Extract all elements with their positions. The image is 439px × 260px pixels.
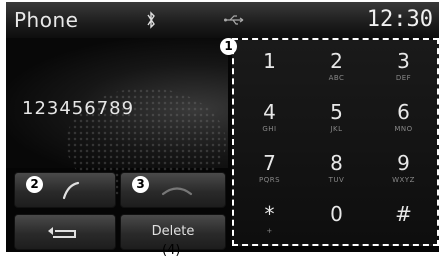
callout-4: (4)	[162, 243, 181, 258]
key-digit: 7	[263, 151, 276, 175]
key-letters: ABC	[328, 74, 345, 82]
key-0[interactable]: 0	[303, 195, 370, 246]
key-3[interactable]: 3 DEF	[370, 42, 437, 93]
number-display: 123456789	[6, 38, 228, 198]
back-button[interactable]	[14, 214, 116, 250]
key-letters: GHI	[262, 125, 277, 133]
key-digit: 1	[263, 49, 276, 73]
key-letters: WXYZ	[392, 176, 415, 184]
bluetooth-icon	[147, 11, 155, 29]
key-letters: TUV	[328, 176, 345, 184]
key-digit: 2	[330, 49, 343, 73]
callout-3: 3	[132, 176, 149, 193]
key-digit: 3	[397, 49, 410, 73]
key-letters: PQRS	[258, 176, 281, 184]
key-digit: 9	[397, 151, 410, 175]
key-8[interactable]: 8 TUV	[303, 144, 370, 195]
key-star[interactable]: * +	[236, 195, 303, 246]
key-digit: 6	[397, 100, 410, 124]
key-9[interactable]: 9 WXYZ	[370, 144, 437, 195]
callout-2: 2	[26, 176, 43, 193]
status-bar: Phone 12:30	[6, 2, 439, 38]
key-5[interactable]: 5 JKL	[303, 93, 370, 144]
key-letters: MNO	[394, 125, 413, 133]
key-digit: 4	[263, 100, 276, 124]
key-6[interactable]: 6 MNO	[370, 93, 437, 144]
back-icon	[48, 227, 76, 238]
usb-icon	[224, 15, 244, 25]
key-hash[interactable]: #	[370, 195, 437, 246]
key-2[interactable]: 2 ABC	[303, 42, 370, 93]
key-letters: JKL	[330, 125, 343, 133]
key-digit: *	[264, 202, 275, 226]
key-digit: 0	[330, 202, 343, 226]
key-digit: 8	[330, 151, 343, 175]
key-1[interactable]: 1	[236, 42, 303, 93]
key-digit: #	[395, 202, 412, 226]
keypad: 1 2 ABC 3 DEF 4 GHI 5 JKL 6 MNO 7 PQRS 8 TUV 9W…	[232, 38, 439, 246]
page-title: Phone	[14, 8, 79, 32]
dialed-number: 123456789	[22, 98, 135, 119]
key-letters: +	[266, 227, 273, 235]
key-7[interactable]: 7 PQRS	[236, 144, 303, 195]
delete-label: Delete	[151, 224, 195, 239]
callout-1: 1	[220, 38, 237, 55]
key-4[interactable]: 4 GHI	[236, 93, 303, 144]
clock: 12:30	[366, 7, 433, 32]
key-letters: DEF	[395, 74, 412, 82]
key-digit: 5	[330, 100, 343, 124]
